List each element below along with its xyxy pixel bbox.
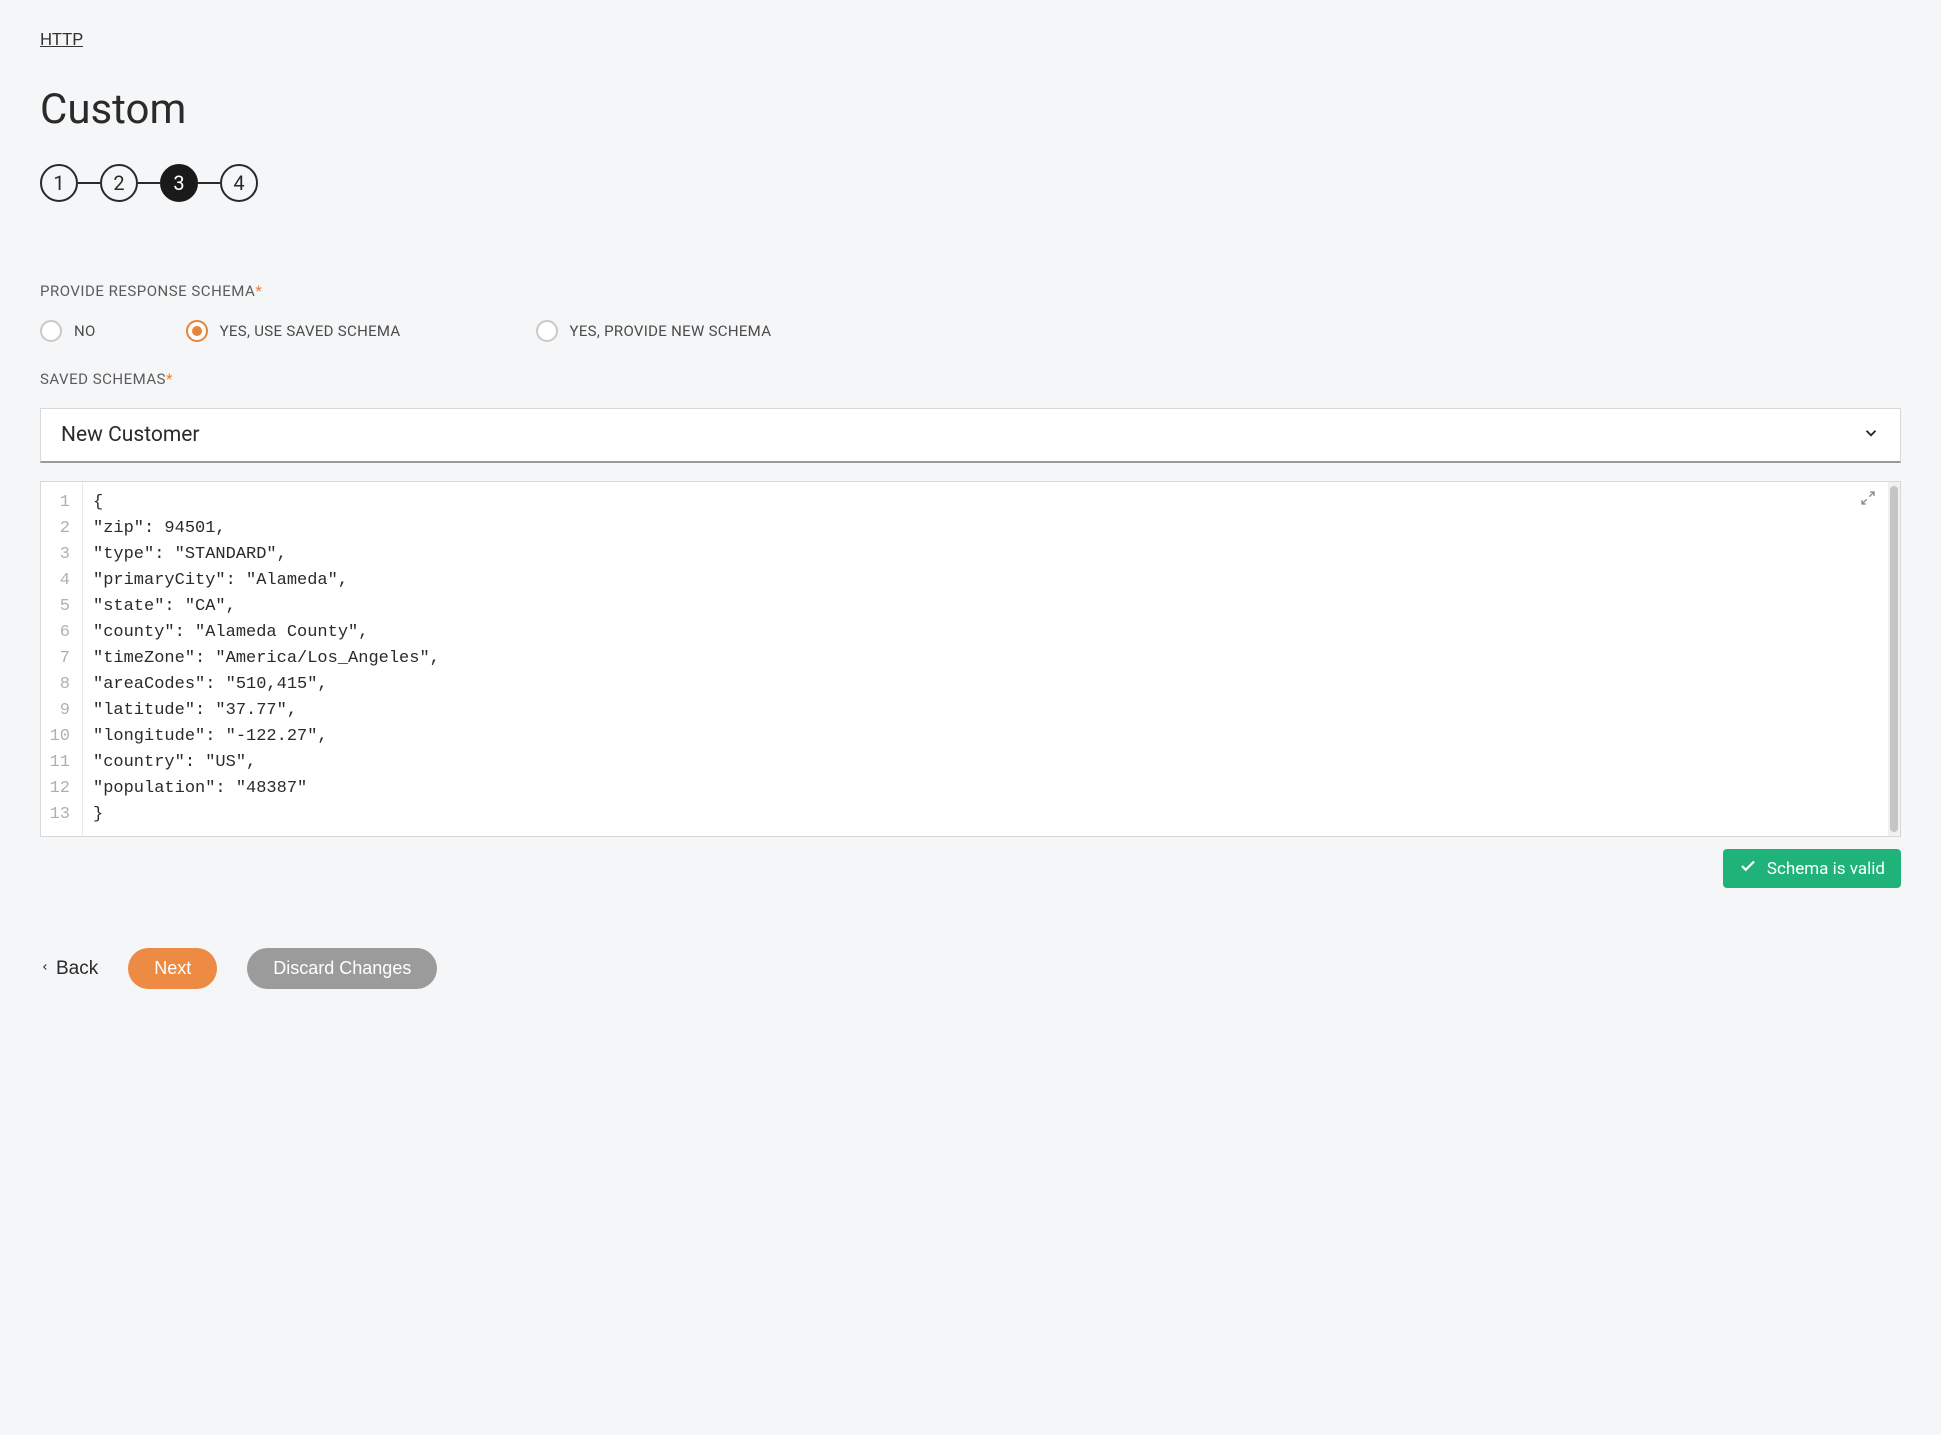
schema-radio-row: NO YES, USE SAVED SCHEMA YES, PROVIDE NE…: [40, 320, 1901, 342]
step-connector: [78, 182, 100, 184]
page-title: Custom: [40, 85, 1901, 134]
line-number: 12: [41, 776, 74, 802]
chevron-left-icon: [40, 958, 50, 980]
line-number: 9: [41, 698, 74, 724]
line-number: 7: [41, 646, 74, 672]
checkmark-icon: [1739, 857, 1757, 880]
breadcrumb-http[interactable]: HTTP: [40, 30, 83, 50]
discard-changes-button[interactable]: Discard Changes: [247, 948, 437, 989]
saved-schemas-label: SAVED SCHEMAS*: [40, 370, 1901, 388]
footer-actions: Back Next Discard Changes: [40, 948, 1901, 989]
radio-circle-selected-icon: [186, 320, 208, 342]
code-editor[interactable]: 12345678910111213 { "zip": 94501, "type"…: [40, 481, 1901, 837]
radio-circle-icon: [40, 320, 62, 342]
chevron-down-icon: [1862, 424, 1880, 446]
scrollbar[interactable]: [1888, 482, 1900, 836]
line-number: 1: [41, 490, 74, 516]
line-number: 2: [41, 516, 74, 542]
line-number-gutter: 12345678910111213: [41, 482, 83, 836]
radio-label-no: NO: [74, 322, 96, 340]
stepper: 1 2 3 4: [40, 164, 1901, 202]
scrollbar-thumb[interactable]: [1890, 486, 1898, 832]
radio-circle-icon: [536, 320, 558, 342]
schema-valid-badge: Schema is valid: [1723, 849, 1901, 888]
select-value: New Customer: [61, 423, 200, 447]
line-number: 11: [41, 750, 74, 776]
line-number: 13: [41, 802, 74, 828]
step-2[interactable]: 2: [100, 164, 138, 202]
expand-icon[interactable]: [1860, 490, 1876, 516]
next-button[interactable]: Next: [128, 948, 217, 989]
line-number: 6: [41, 620, 74, 646]
step-connector: [138, 182, 160, 184]
step-3[interactable]: 3: [160, 164, 198, 202]
line-number: 4: [41, 568, 74, 594]
radio-provide-new[interactable]: YES, PROVIDE NEW SCHEMA: [536, 320, 772, 342]
step-1[interactable]: 1: [40, 164, 78, 202]
saved-schema-select[interactable]: New Customer: [40, 408, 1901, 463]
code-content[interactable]: { "zip": 94501, "type": "STANDARD", "pri…: [83, 482, 1888, 836]
radio-use-saved[interactable]: YES, USE SAVED SCHEMA: [186, 320, 401, 342]
back-button[interactable]: Back: [40, 958, 98, 980]
line-number: 5: [41, 594, 74, 620]
radio-label-provide-new: YES, PROVIDE NEW SCHEMA: [570, 322, 772, 340]
provide-schema-label: PROVIDE RESPONSE SCHEMA*: [40, 282, 1901, 300]
radio-no[interactable]: NO: [40, 320, 96, 342]
radio-label-use-saved: YES, USE SAVED SCHEMA: [220, 322, 401, 340]
line-number: 10: [41, 724, 74, 750]
step-4[interactable]: 4: [220, 164, 258, 202]
line-number: 3: [41, 542, 74, 568]
line-number: 8: [41, 672, 74, 698]
step-connector: [198, 182, 220, 184]
